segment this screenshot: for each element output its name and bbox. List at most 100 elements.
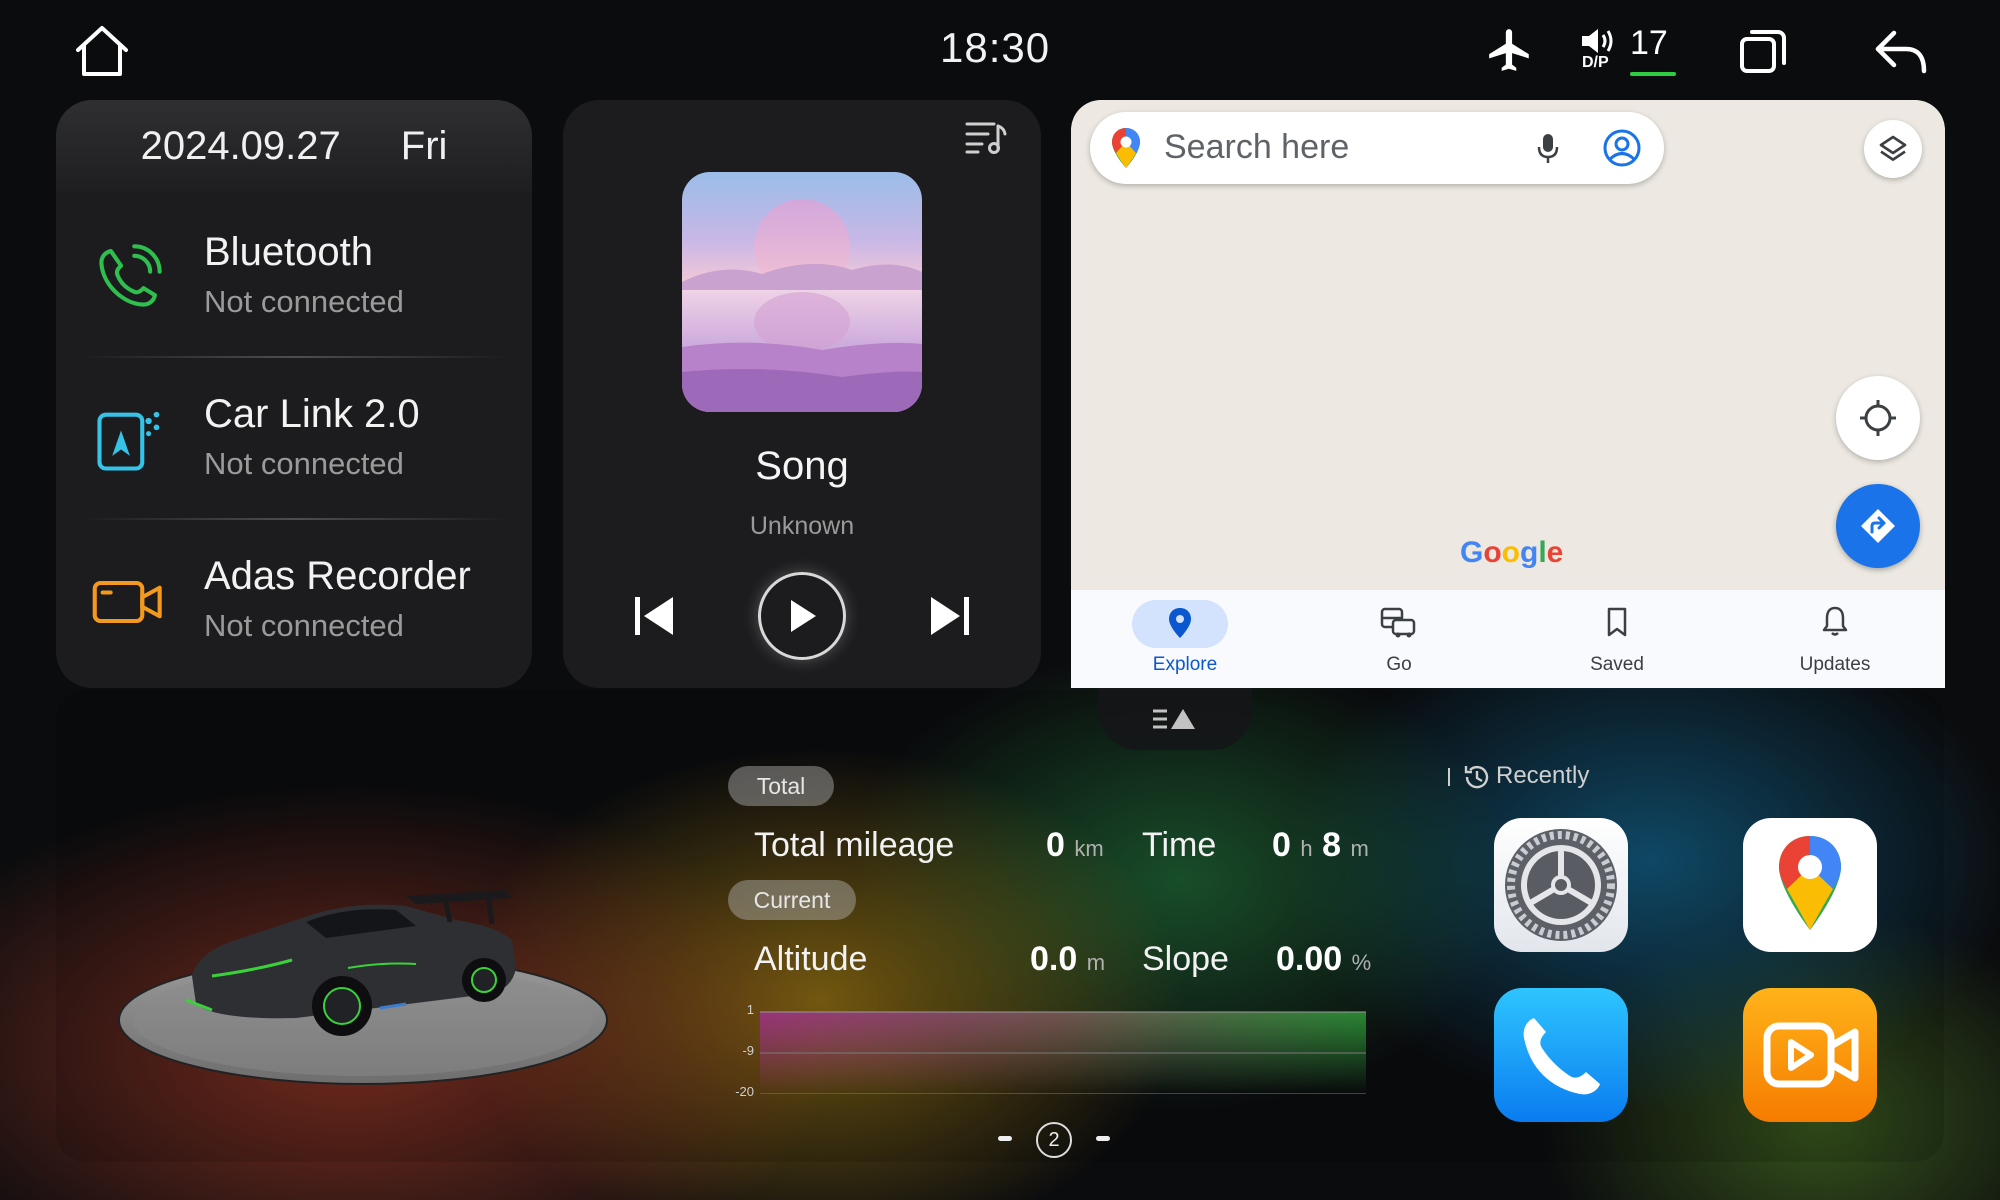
- mileage-unit: km: [1074, 836, 1104, 861]
- adas-recorder-item[interactable]: Adas Recorder Not connected: [90, 546, 520, 666]
- volume-level: 17: [1630, 24, 1668, 62]
- history-icon: [1464, 765, 1489, 789]
- microphone-icon[interactable]: [1536, 132, 1560, 166]
- divider: [80, 518, 510, 520]
- location-pin-icon: [1169, 608, 1191, 638]
- phone-app[interactable]: [1494, 988, 1628, 1122]
- home-icon: [76, 26, 128, 76]
- nav-go-label: Go: [1386, 654, 1412, 675]
- slope-value: 0.00 %: [1276, 940, 1371, 979]
- date-text: 2024.09.27: [140, 123, 341, 168]
- pager-dash-right[interactable]: [1096, 1136, 1110, 1141]
- nav-explore[interactable]: Explore: [1085, 590, 1285, 688]
- slope-unit: %: [1351, 950, 1372, 975]
- adas-title: Adas Recorder: [204, 554, 471, 598]
- car-model[interactable]: [116, 880, 610, 1090]
- time-minutes-unit: m: [1350, 836, 1369, 861]
- total-mileage-label: Total mileage: [754, 826, 955, 864]
- phone-icon: [1523, 1018, 1600, 1095]
- current-tag: Current: [728, 880, 856, 920]
- altitude-chart: [760, 1008, 1366, 1095]
- nav-saved-label: Saved: [1590, 654, 1644, 675]
- nav-updates[interactable]: Updates: [1735, 590, 1935, 688]
- account-icon[interactable]: [1602, 128, 1642, 168]
- map-layers-button[interactable]: [1864, 120, 1922, 178]
- phone-icon: [99, 244, 162, 307]
- windows-icon: [1740, 30, 1786, 73]
- time-hours: 0: [1272, 826, 1291, 864]
- recent-marker: [1448, 768, 1450, 786]
- speaker-icon: [1582, 29, 1613, 53]
- commute-icon: [1380, 607, 1416, 638]
- directions-icon: [1861, 509, 1895, 543]
- slope-number: 0.00: [1276, 940, 1343, 978]
- pager-dash-left[interactable]: [998, 1136, 1012, 1141]
- altitude-label: Altitude: [754, 940, 868, 978]
- time-value: 0 h 8 m: [1272, 826, 1369, 865]
- maps-app[interactable]: [1743, 818, 1877, 952]
- back-button[interactable]: [1870, 24, 1932, 78]
- carlink-icon: [97, 411, 160, 471]
- time-label: Time: [1142, 826, 1217, 864]
- pager-current[interactable]: 2: [1036, 1122, 1072, 1158]
- next-track-button[interactable]: [922, 588, 978, 644]
- nav-explore-label: Explore: [1152, 654, 1218, 675]
- bluetooth-item[interactable]: Bluetooth Not connected: [90, 222, 520, 342]
- settings-gear-icon: [1505, 829, 1617, 941]
- mileage-number: 0: [1046, 826, 1065, 864]
- directions-button[interactable]: [1836, 484, 1920, 568]
- divider: [80, 356, 510, 358]
- altitude-unit: m: [1086, 950, 1106, 975]
- video-app[interactable]: [1743, 988, 1877, 1122]
- back-arrow-icon: [1875, 30, 1927, 74]
- clock: 18:30: [940, 24, 1051, 71]
- bookmark-icon: [1607, 607, 1627, 637]
- maps-pin-icon: [1112, 128, 1140, 168]
- play-button[interactable]: [758, 572, 846, 660]
- map-bottom-nav: Explore Go Saved Updates: [1071, 590, 1945, 688]
- camera-icon: [92, 580, 162, 624]
- slope-label: Slope: [1142, 940, 1229, 978]
- maps-pin-icon: [1779, 836, 1841, 930]
- song-artist: Unknown: [749, 512, 855, 540]
- playlist-button[interactable]: [962, 116, 1010, 158]
- layers-icon: [1879, 135, 1907, 161]
- home-button[interactable]: [72, 22, 132, 80]
- chart-tick-bottom: -20: [735, 1084, 754, 1099]
- bluetooth-title: Bluetooth: [204, 230, 374, 274]
- recent-label: Recently: [1496, 762, 1590, 789]
- crosshair-icon: [1860, 400, 1896, 436]
- google-logo: Google: [1460, 536, 1564, 569]
- recent-apps-button[interactable]: [1736, 24, 1790, 78]
- my-location-button[interactable]: [1836, 376, 1920, 460]
- carlink-status: Not connected: [204, 446, 404, 481]
- volume-level-bar: [1630, 72, 1676, 76]
- carlink-item[interactable]: Car Link 2.0 Not connected: [90, 384, 520, 504]
- song-title: Song: [755, 444, 849, 488]
- playlist-icon: [965, 122, 1007, 154]
- map-search-bar[interactable]: Search here: [1090, 112, 1664, 184]
- search-input[interactable]: Search here: [1164, 128, 1349, 167]
- carlink-title: Car Link 2.0: [204, 392, 420, 436]
- skip-next-icon: [931, 597, 969, 635]
- weekday-text: Fri: [400, 123, 448, 168]
- nav-saved[interactable]: Saved: [1517, 590, 1717, 688]
- nav-go[interactable]: Go: [1299, 590, 1499, 688]
- time-hours-unit: h: [1300, 836, 1313, 861]
- bluetooth-status: Not connected: [204, 284, 404, 319]
- altitude-value: 0.0 m: [1030, 940, 1105, 979]
- settings-app[interactable]: [1494, 818, 1628, 952]
- adas-status: Not connected: [204, 608, 404, 643]
- date-bar: 2024.09.27 Fri: [56, 100, 532, 192]
- album-art: [682, 172, 922, 412]
- chart-tick-mid: -9: [742, 1043, 754, 1058]
- total-mileage-value: 0 km: [1046, 826, 1104, 865]
- play-icon: [791, 600, 816, 632]
- airplane-icon: [1489, 29, 1529, 71]
- bell-icon: [1822, 606, 1848, 636]
- altitude-number: 0.0: [1030, 940, 1078, 978]
- skip-previous-icon: [635, 597, 673, 635]
- airplane-mode-button[interactable]: [1482, 22, 1538, 78]
- dsp-label: D/P: [1582, 54, 1609, 71]
- previous-track-button[interactable]: [626, 588, 682, 644]
